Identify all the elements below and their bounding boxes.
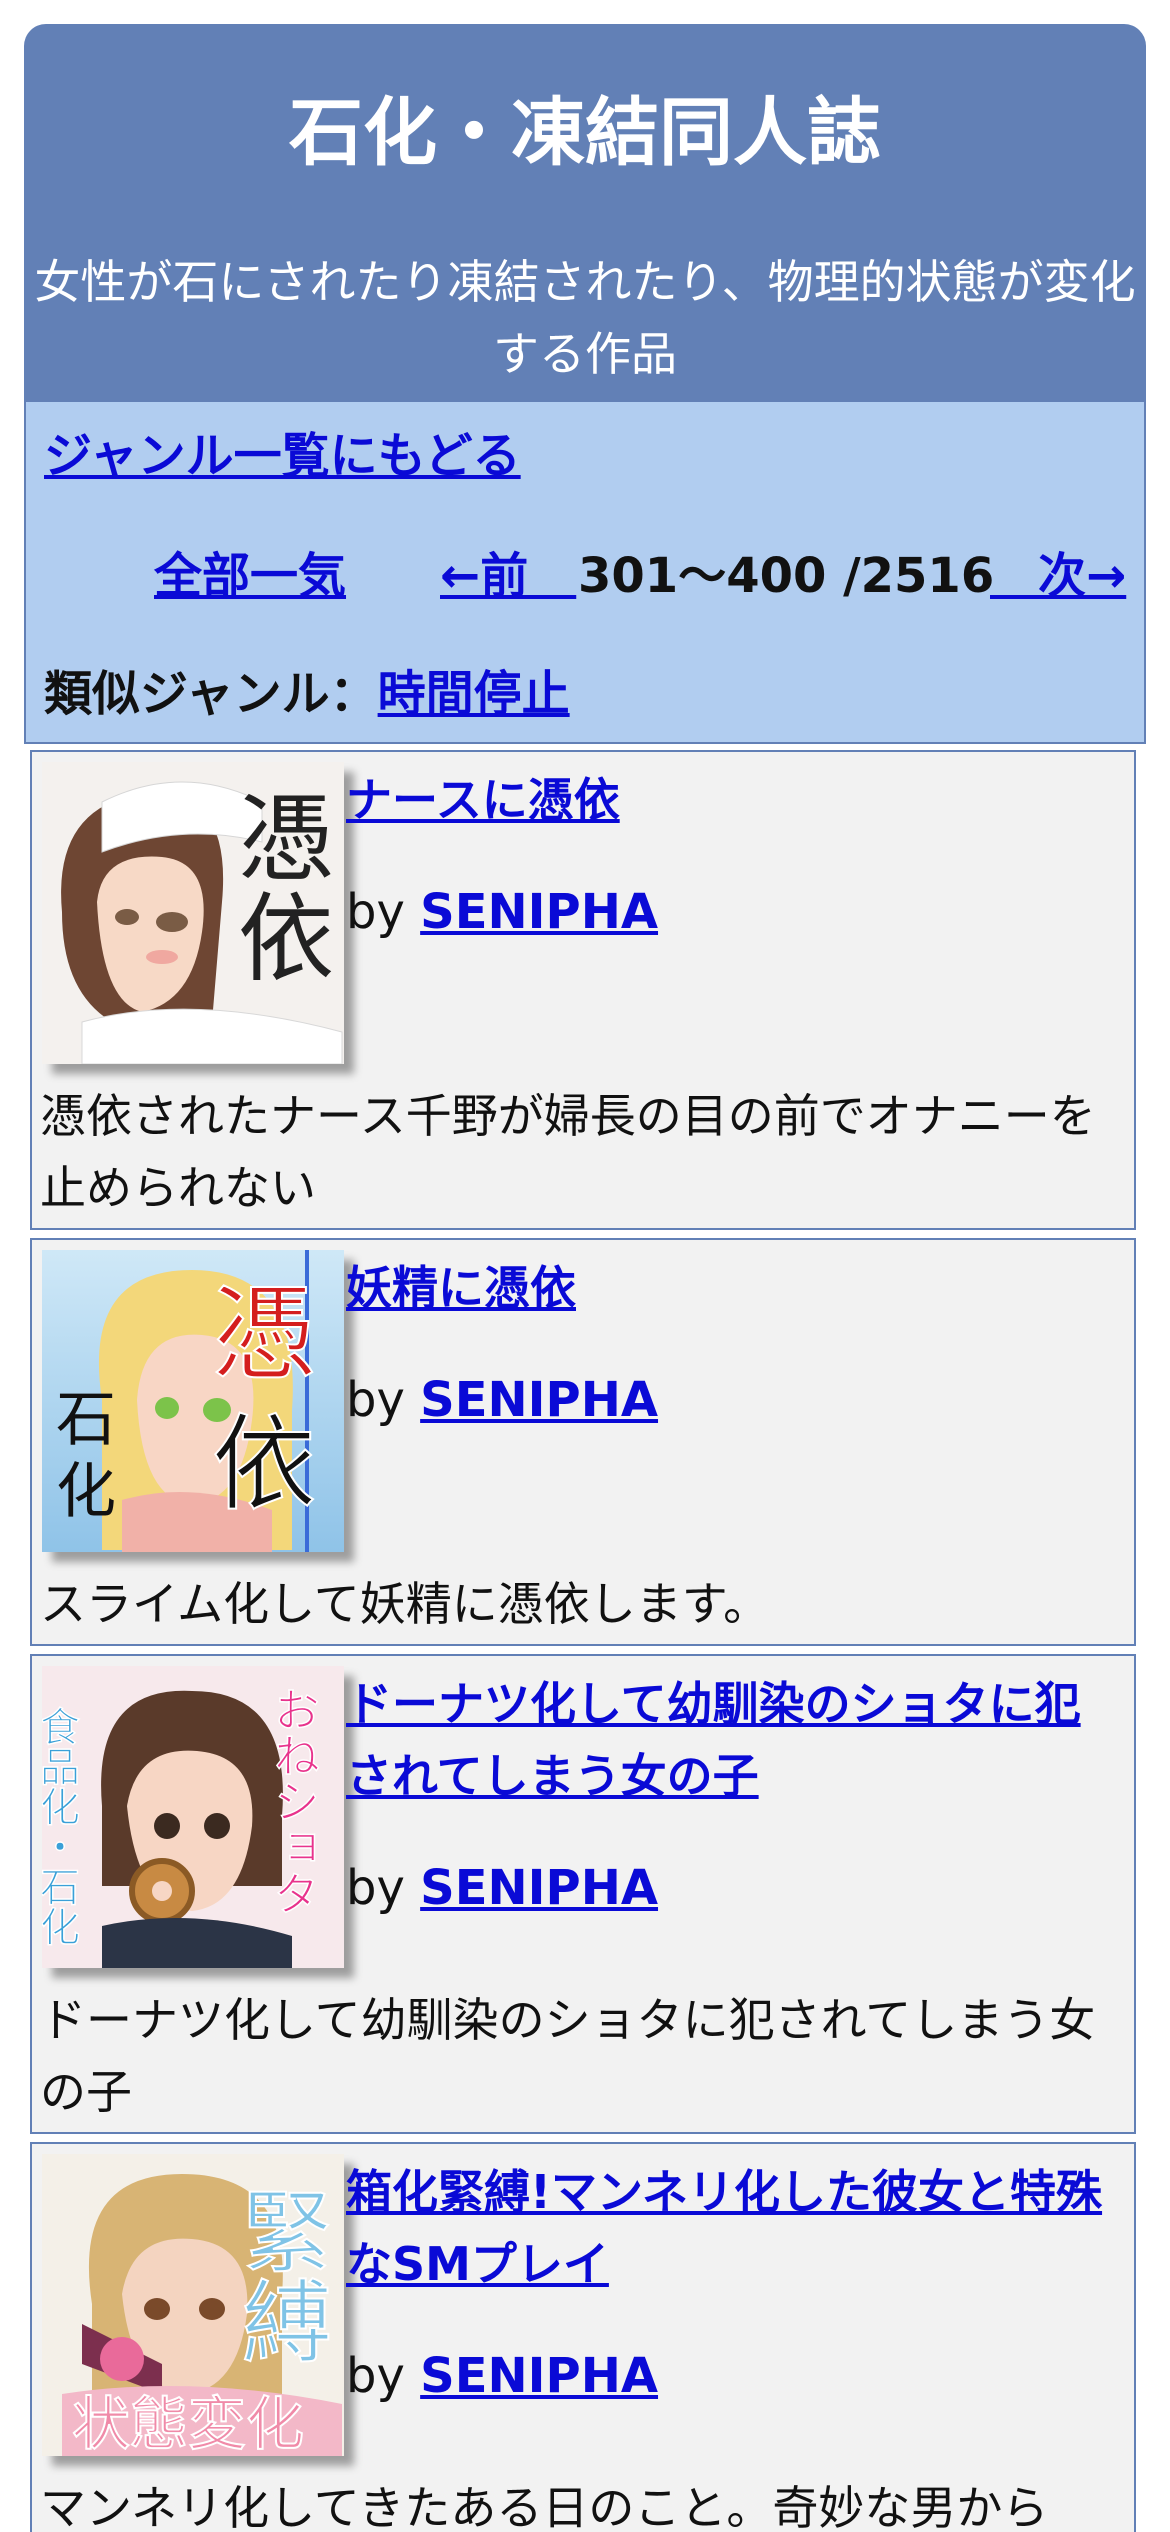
item-author-link[interactable]: SENIPHA	[420, 1372, 658, 1428]
item-thumbnail[interactable]: 憑 依 石 化	[42, 1250, 344, 1552]
thumbnail-label-1: 憑	[212, 1273, 316, 1395]
page-title: 石化・凍結同人誌	[289, 90, 881, 176]
item-author: by SENIPHA	[346, 1858, 658, 1918]
item-author-link[interactable]: SENIPHA	[420, 2348, 658, 2404]
thumbnail-image: 食品化・石化 おねショタ	[42, 1666, 344, 1968]
thumbnail-image: 憑 依	[42, 762, 344, 1064]
item-author-link[interactable]: SENIPHA	[420, 884, 658, 940]
item-author-link[interactable]: SENIPHA	[420, 1860, 658, 1916]
page-range: 301〜400 /2516	[578, 548, 995, 604]
thumbnail-label-4: 化	[56, 1457, 116, 1527]
pager: 全部一気 ←前 301〜400 /2516 次→	[26, 546, 1144, 606]
genre-description: 女性が石にされたり凍結されたり、物理的状態が変化する作品	[34, 255, 1136, 381]
item-thumbnail[interactable]: 緊 縛 状態変化	[42, 2154, 344, 2456]
item-title-link[interactable]: 箱化緊縛!マンネリ化した彼女と特殊なSMプレイ	[346, 2156, 1126, 2300]
item-summary: 憑依されたナース千野が婦長の目の前でオナニーを止められない	[40, 1089, 1096, 1215]
item-summary: マンネリ化してきたある日のこと。奇妙な男から	[40, 2481, 1049, 2532]
thumbnail-label-2: 縛	[242, 2271, 332, 2376]
item-title-link[interactable]: ナースに憑依	[346, 764, 1126, 836]
similar-genre: 類似ジャンル：時間停止	[44, 664, 570, 724]
item-author: by SENIPHA	[346, 1370, 658, 1430]
next-page-link[interactable]: 次→	[990, 546, 1126, 606]
genre-header: 石化・凍結同人誌 女性が石にされたり凍結されたり、物理的状態が変化する作品	[24, 24, 1146, 402]
thumbnail-label-2: おねショタ	[267, 1686, 321, 1916]
list-item: 緊 縛 状態変化 箱化緊縛!マンネリ化した彼女と特殊なSMプレイ by SENI…	[30, 2142, 1136, 2532]
item-thumbnail[interactable]: 憑 依	[42, 762, 344, 1064]
thumbnail-image: 憑 依 石 化	[42, 1250, 344, 1552]
similar-genre-label: 類似ジャンル：	[44, 666, 378, 722]
list-item: 憑 依 ナースに憑依 by SENIPHA 憑依されたナース千野が婦長の目の前で…	[30, 750, 1136, 1230]
prev-page-link[interactable]: ←前	[440, 546, 576, 606]
thumbnail-image: 緊 縛 状態変化	[42, 2154, 344, 2456]
item-author-prefix: by	[346, 1860, 421, 1916]
genre-nav-panel: ジャンル一覧にもどる 全部一気 ←前 301〜400 /2516 次→ 類似ジャ…	[24, 402, 1146, 744]
thumbnail-label-1: 食品化・石化	[42, 1706, 80, 1946]
list-item: 憑 依 石 化 妖精に憑依 by SENIPHA スライム化して妖精に憑依します…	[30, 1238, 1136, 1646]
item-author: by SENIPHA	[346, 2346, 658, 2406]
item-thumbnail[interactable]: 食品化・石化 おねショタ	[42, 1666, 344, 1968]
thumbnail-label-2: 依	[238, 883, 334, 995]
thumbnail-label-3: 石	[56, 1385, 116, 1455]
item-summary: ドーナツ化して幼馴染のショタに犯されてしまう女の子	[40, 1993, 1096, 2119]
show-all-link[interactable]: 全部一気	[154, 546, 346, 606]
back-to-genre-list-link[interactable]: ジャンル一覧にもどる	[44, 426, 521, 486]
item-title-link[interactable]: 妖精に憑依	[346, 1252, 1126, 1324]
item-author-prefix: by	[346, 1372, 421, 1428]
list-item: 食品化・石化 おねショタ ドーナツ化して幼馴染のショタに犯されてしまう女の子 b…	[30, 1654, 1136, 2134]
thumbnail-label-3: 状態変化	[72, 2390, 304, 2456]
thumbnail-label-1: 憑	[238, 783, 334, 895]
similar-genre-link[interactable]: 時間停止	[378, 666, 570, 722]
page: 石化・凍結同人誌 女性が石にされたり凍結されたり、物理的状態が変化する作品 ジャ…	[0, 0, 1170, 2532]
item-author-prefix: by	[346, 884, 421, 940]
item-title-link[interactable]: ドーナツ化して幼馴染のショタに犯されてしまう女の子	[346, 1668, 1126, 1812]
thumbnail-label-2: 依	[212, 1403, 316, 1525]
item-author: by SENIPHA	[346, 882, 658, 942]
item-summary: スライム化して妖精に憑依します。	[40, 1577, 770, 1631]
item-author-prefix: by	[346, 2348, 421, 2404]
